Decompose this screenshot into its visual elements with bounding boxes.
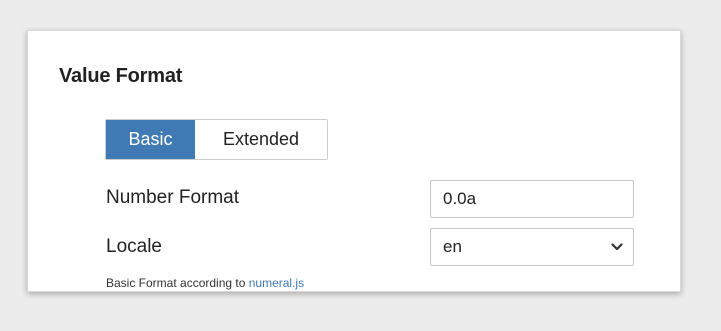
basic-toggle-button[interactable]: Basic [106,120,195,159]
format-note-text: Basic Format according to [106,276,249,290]
value-format-panel: Value Format Basic Extended Number Forma… [27,30,681,292]
number-format-input[interactable]: 0.0a [430,180,634,218]
numeral-js-link[interactable]: numeral.js [249,276,304,290]
locale-select[interactable]: en [430,228,634,266]
format-mode-toggle: Basic Extended [105,119,328,160]
number-format-label: Number Format [106,187,240,208]
chevron-down-icon [611,243,623,251]
extended-toggle-button[interactable]: Extended [195,120,327,159]
panel-title: Value Format [59,65,183,87]
locale-value: en [443,237,462,256]
format-note: Basic Format according to numeral.js [106,276,304,290]
locale-label: Locale [106,236,162,257]
